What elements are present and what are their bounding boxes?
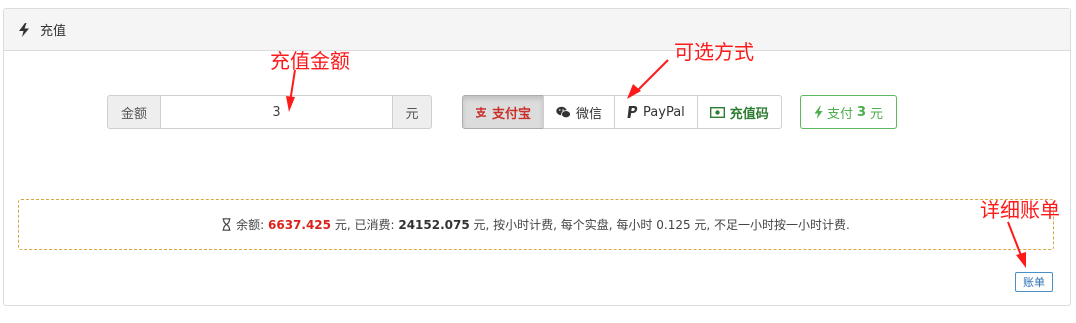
bill-arrow <box>1007 221 1026 268</box>
annotation-arrows <box>286 59 1026 268</box>
methods-arrow <box>627 59 669 99</box>
amount-arrow <box>286 69 296 112</box>
